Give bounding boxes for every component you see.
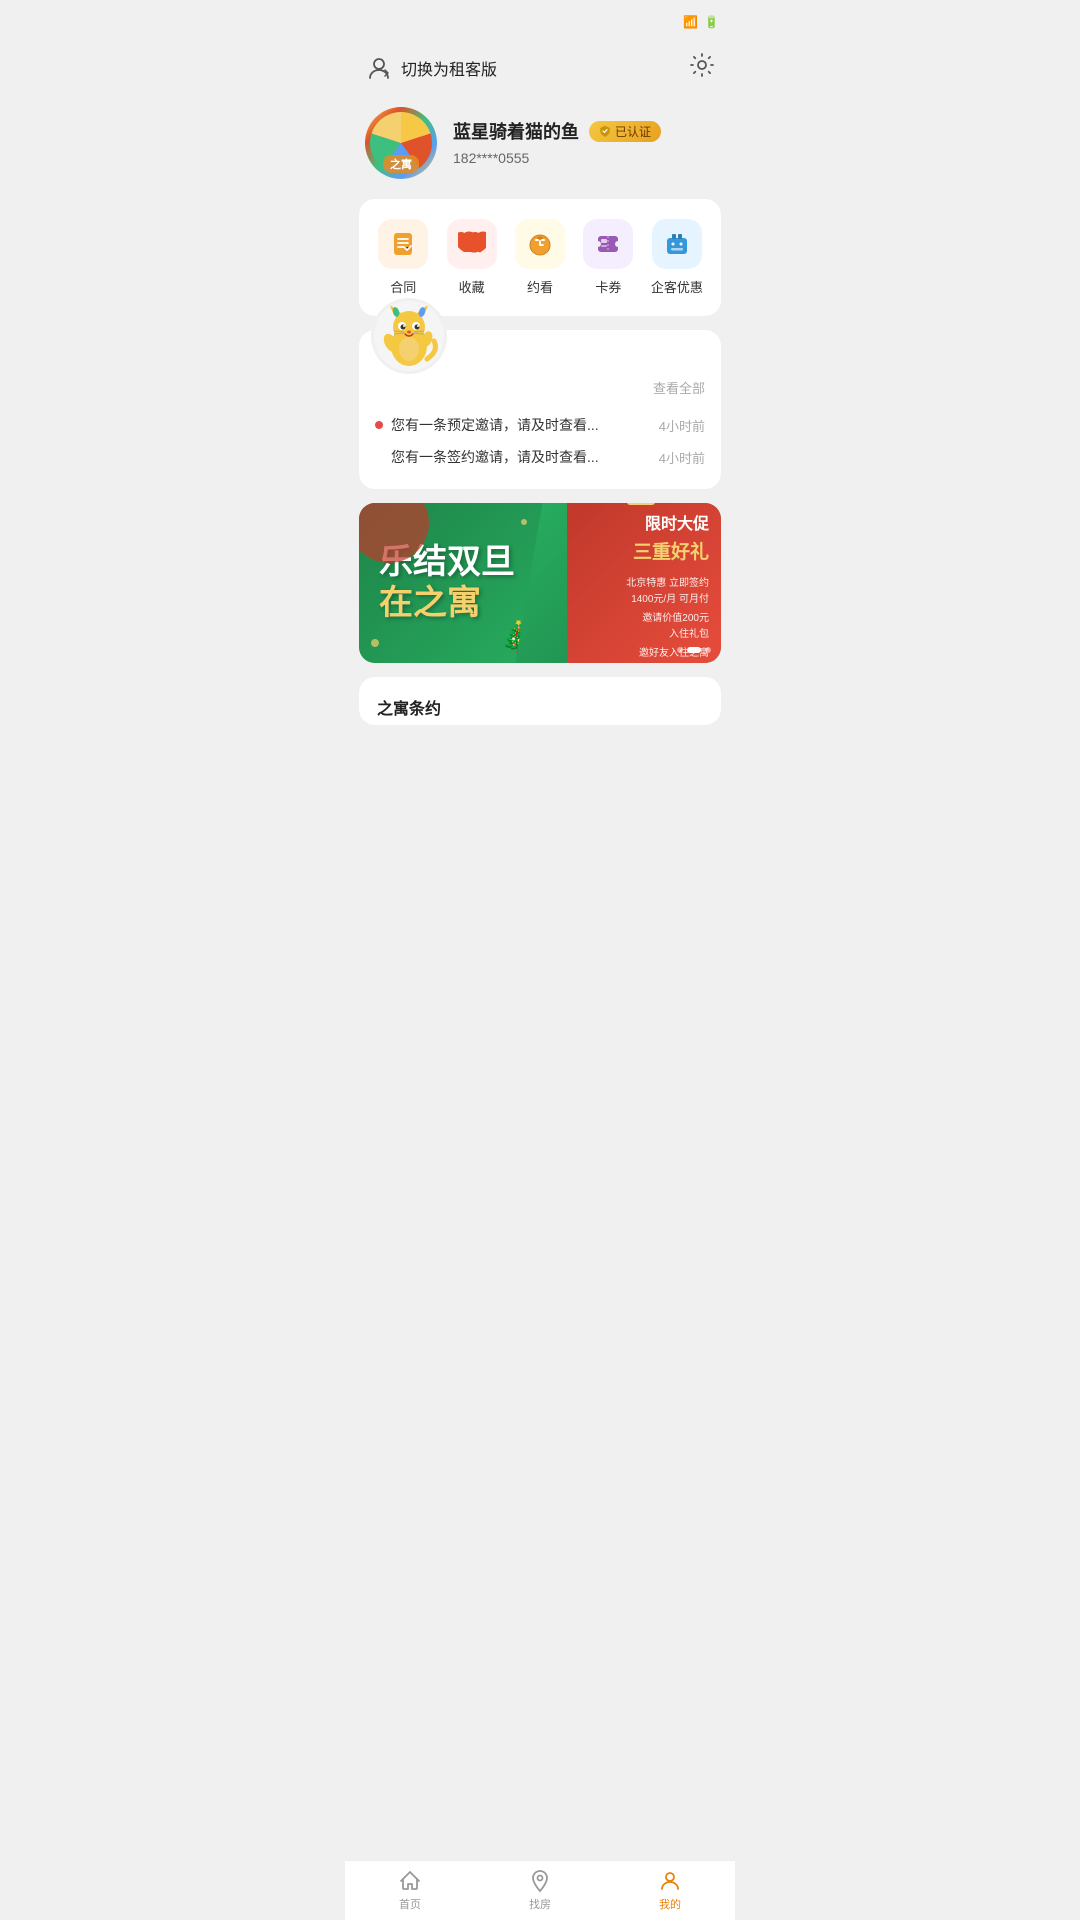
appointment-icon [526, 230, 554, 258]
profile-section: 之寓 蓝星骑着猫的鱼 已认证 182****0555 [345, 99, 735, 199]
banner-dots [677, 647, 711, 653]
mascot-circle [371, 298, 447, 374]
settings-button[interactable] [689, 52, 715, 83]
notification-header: 查看全部 [375, 378, 705, 397]
top-bar: 切换为租客版 [345, 44, 735, 99]
unread-dot [375, 421, 383, 429]
action-coupon-label: 卡券 [595, 277, 621, 296]
notification-text-2: 您有一条签约邀请，请及时查看... [391, 447, 599, 467]
nav-home-label: 首页 [399, 1896, 421, 1912]
notification-item-2[interactable]: 您有一条签约邀请，请及时查看... 4小时前 [375, 441, 705, 473]
notification-text-1: 您有一条预定邀请，请及时查看... [391, 415, 599, 435]
signal-icon: 📶 [683, 15, 698, 29]
nav-home[interactable]: 首页 [345, 1863, 475, 1912]
verified-badge: 已认证 [589, 121, 661, 142]
banner-brand: 之寓 高品质公寓 [579, 503, 709, 505]
banner-dot-2 [687, 647, 701, 653]
action-contract[interactable]: 合同 [369, 219, 437, 296]
banner-promo-title: 限时大促 [579, 510, 709, 534]
nav-find-room[interactable]: 找房 [475, 1863, 605, 1912]
favorite-icon [458, 230, 486, 258]
appointment-icon-wrap [515, 219, 565, 269]
status-bar: 📶 🔋 [345, 0, 735, 44]
enterprise-icon [663, 230, 691, 258]
notification-time-1: 4小时前 [659, 416, 705, 435]
profile-info: 蓝星骑着猫的鱼 已认证 182****0555 [453, 118, 715, 168]
banner-bg: 乐结双旦在之寓 🎄 之寓 高品质公寓 限时大促 三重好礼 北京特惠 立即签约14… [359, 503, 721, 663]
shield-icon [599, 125, 611, 137]
read-dot [375, 453, 383, 461]
dot-decor-1 [371, 639, 379, 647]
banner-detail-1: 北京特惠 立即签约1400元/月 可月付 [579, 576, 709, 608]
favorite-icon-wrap [447, 219, 497, 269]
view-all-label[interactable]: 查看全部 [653, 378, 705, 397]
dot-decor-2 [521, 519, 527, 525]
tree-icon: 🎄 [500, 620, 537, 655]
home-nav-icon [398, 1869, 422, 1893]
banner-dot-1 [677, 647, 683, 653]
brand-tag: 之寓 [627, 503, 655, 505]
mascot-icon [374, 301, 444, 371]
action-enterprise-label: 企客优惠 [651, 277, 703, 296]
profile-phone: 182****0555 [453, 150, 529, 166]
action-enterprise[interactable]: 企客优惠 [643, 219, 711, 296]
location-nav-icon [528, 1869, 552, 1893]
banner-section[interactable]: 乐结双旦在之寓 🎄 之寓 高品质公寓 限时大促 三重好礼 北京特惠 立即签约14… [359, 503, 721, 663]
switch-tenant-icon [365, 54, 393, 82]
action-appointment[interactable]: 约看 [506, 219, 574, 296]
banner-right: 之寓 高品质公寓 限时大促 三重好礼 北京特惠 立即签约1400元/月 可月付 … [567, 503, 721, 663]
wifi-icon: 🔋 [704, 15, 719, 29]
banner-dot-3 [705, 647, 711, 653]
coupon-icon [594, 230, 622, 258]
banner-detail-2: 邀请价值200元入住礼包 [579, 611, 709, 643]
nav-find-room-label: 找房 [529, 1896, 551, 1912]
switch-tenant-button[interactable]: 切换为租客版 [365, 54, 497, 82]
action-appointment-label: 约看 [527, 277, 553, 296]
profile-name: 蓝星骑着猫的鱼 [453, 118, 579, 144]
avatar[interactable]: 之寓 [365, 107, 437, 179]
notification-section: 查看全部 您有一条预定邀请，请及时查看... 4小时前 您有一条签约邀请，请及时… [359, 330, 721, 489]
contract-icon [389, 230, 417, 258]
action-coupon[interactable]: 卡券 [574, 219, 642, 296]
banner-promo-subtitle: 三重好礼 [579, 537, 709, 564]
verified-text: 已认证 [615, 123, 651, 140]
action-favorite[interactable]: 收藏 [437, 219, 505, 296]
enterprise-icon-wrap [652, 219, 702, 269]
action-favorite-label: 收藏 [459, 277, 485, 296]
bottom-nav: 首页 找房 我的 [345, 1860, 735, 1920]
notification-time-2: 4小时前 [659, 448, 705, 467]
switch-label: 切换为租客版 [401, 56, 497, 80]
person-nav-icon [658, 1869, 682, 1893]
terms-title: 之寓条约 [377, 701, 441, 718]
terms-card[interactable]: 之寓条约 [359, 677, 721, 725]
gear-icon [689, 52, 715, 78]
coupon-icon-wrap [583, 219, 633, 269]
avatar-label: 之寓 [383, 155, 419, 173]
contract-icon-wrap [378, 219, 428, 269]
actions-row: 合同 收藏 约看 [369, 219, 711, 296]
nav-mine[interactable]: 我的 [605, 1863, 735, 1912]
notification-item-1[interactable]: 您有一条预定邀请，请及时查看... 4小时前 [375, 409, 705, 441]
mascot [369, 294, 449, 374]
nav-mine-label: 我的 [659, 1896, 681, 1912]
banner-left: 乐结双旦在之寓 🎄 [359, 503, 567, 663]
brand-sub: 高品质公寓 [659, 503, 709, 504]
